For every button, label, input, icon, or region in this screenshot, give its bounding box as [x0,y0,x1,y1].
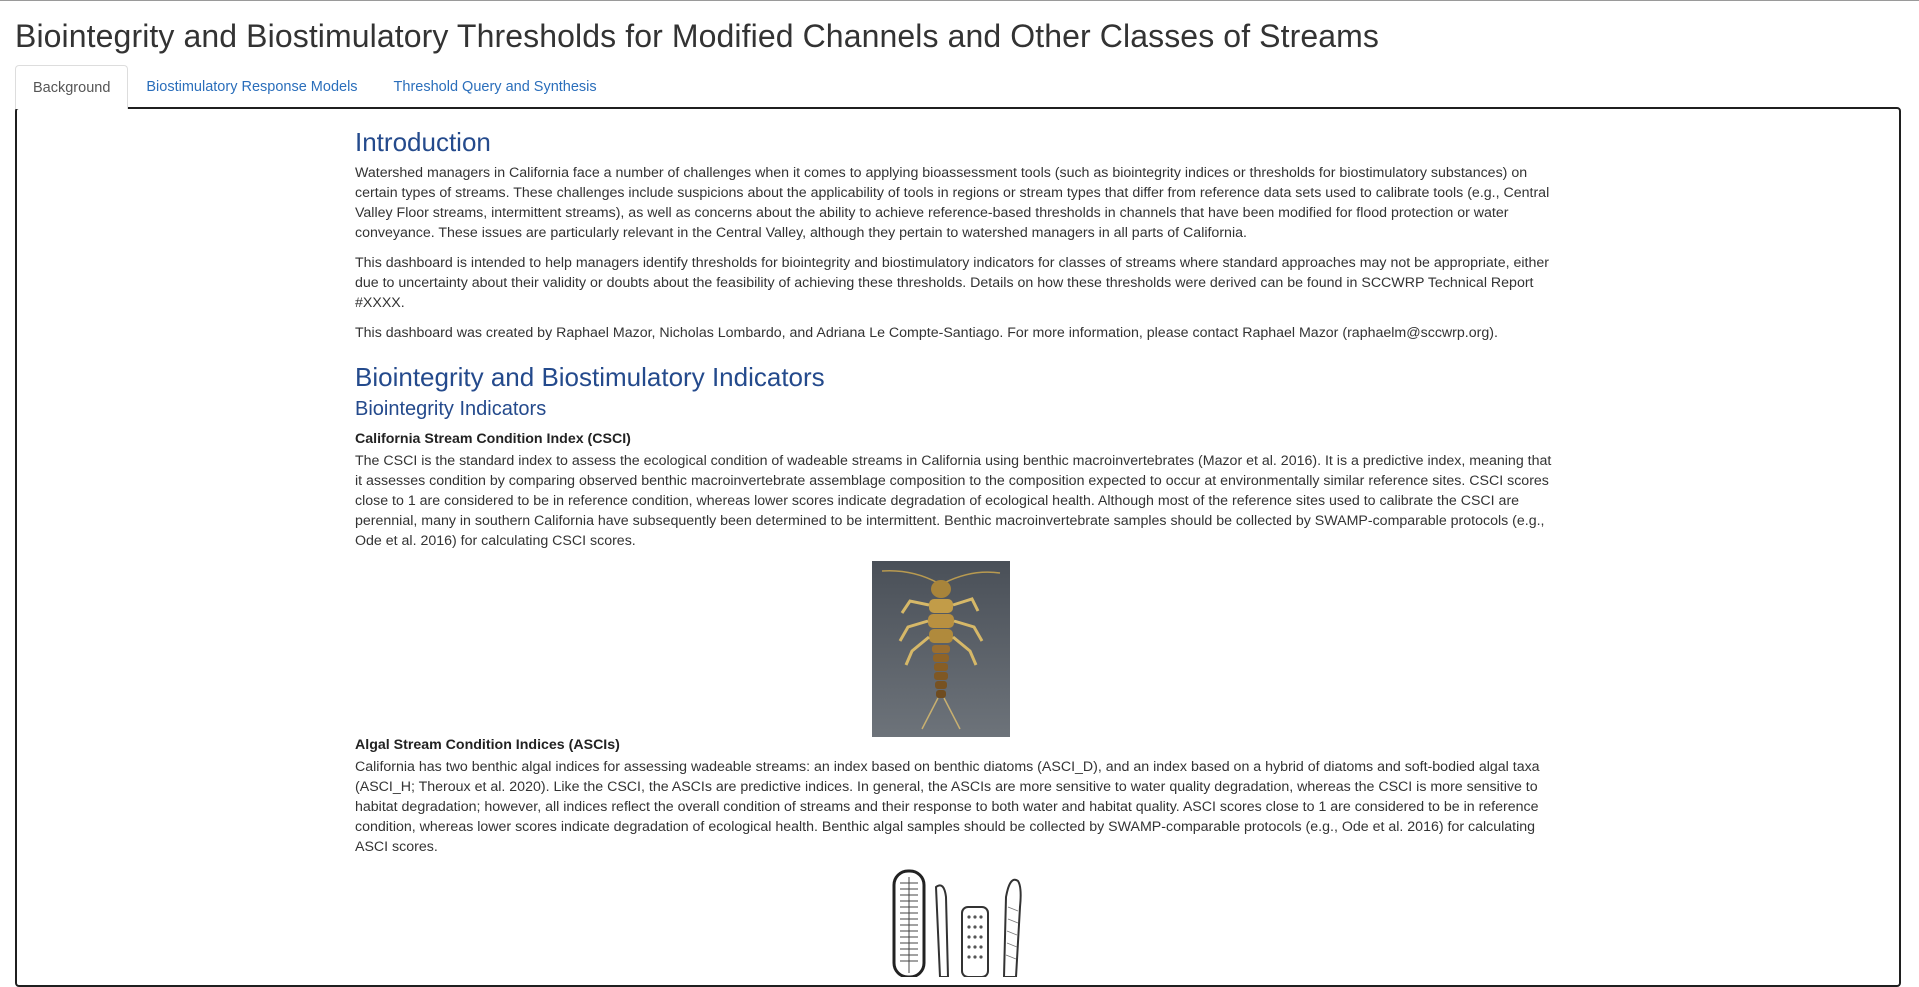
introduction-heading: Introduction [355,127,491,157]
intro-paragraph-2: This dashboard is intended to help manag… [355,255,1549,311]
tab-biostimulatory-response-models[interactable]: Biostimulatory Response Models [128,65,375,107]
intro-paragraph-1: Watershed managers in California face a … [355,165,1550,241]
indicators-heading: Biointegrity and Biostimulatory Indicato… [355,362,825,392]
intro-paragraph-3: This dashboard was created by Raphael Ma… [355,325,1498,341]
tab-background[interactable]: Background [15,65,129,109]
asci-title: Algal Stream Condition Indices (ASCIs) [355,737,620,753]
asci-description: California has two benthic algal indices… [355,759,1540,855]
diatom-drawing [882,867,1032,979]
tab-threshold-query-and-synthesis[interactable]: Threshold Query and Synthesis [376,65,615,107]
csci-title: California Stream Condition Index (CSCI) [355,431,631,447]
stonefly-image [872,561,1010,737]
biointegrity-subheading: Biointegrity Indicators [355,398,547,420]
csci-description: The CSCI is the standard index to assess… [355,453,1552,549]
tab-bar: Background Biostimulatory Response Model… [15,65,615,109]
page-title: Biointegrity and Biostimulatory Threshol… [15,18,1380,54]
